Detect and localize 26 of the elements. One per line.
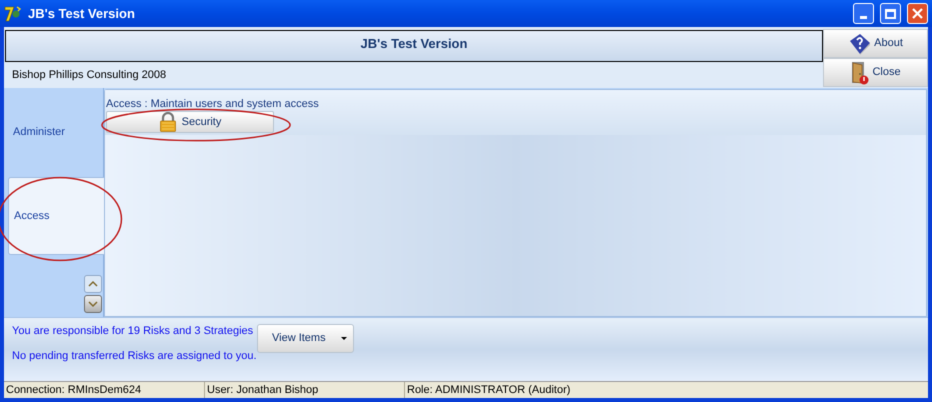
scroll-up-button[interactable] (84, 275, 102, 293)
window-title: JB's Test Version (28, 4, 136, 23)
info-message: You are responsible for 19 Risks and 3 Strategies (12, 324, 254, 339)
status-bar-item: Connection: RMInsDem624 (4, 382, 205, 398)
maximize-button[interactable] (880, 3, 901, 24)
close-window-button[interactable] (907, 3, 928, 24)
header-title: JB's Test Version (360, 35, 468, 53)
side-tab[interactable]: Access (8, 177, 104, 255)
chevron-down-icon (88, 300, 98, 308)
minimize-button[interactable] (853, 3, 874, 24)
chevron-up-icon (88, 280, 98, 288)
security-button[interactable]: Security (106, 111, 274, 133)
panel-caption: Access : Maintain users and system access (106, 97, 320, 111)
info-message: No pending transferred Risks are assigned to you. (12, 348, 257, 364)
exit-door-icon (850, 60, 870, 84)
about-button[interactable]: About (823, 29, 928, 58)
app-logo-icon (4, 4, 22, 22)
close-icon (912, 8, 923, 19)
view-items-dropdown[interactable]: View Items (257, 324, 354, 353)
status-bar-item: User: Jonathan Bishop (205, 382, 405, 398)
status-bar-item: Role: ADMINISTRATOR (Auditor) (406, 383, 572, 398)
scroll-down-button[interactable] (84, 295, 102, 313)
close-button[interactable]: Close (823, 58, 928, 87)
caret-icon (341, 337, 347, 340)
padlock-icon (158, 112, 177, 132)
company-label: Bishop Phillips Consulting 2008 (12, 68, 166, 83)
